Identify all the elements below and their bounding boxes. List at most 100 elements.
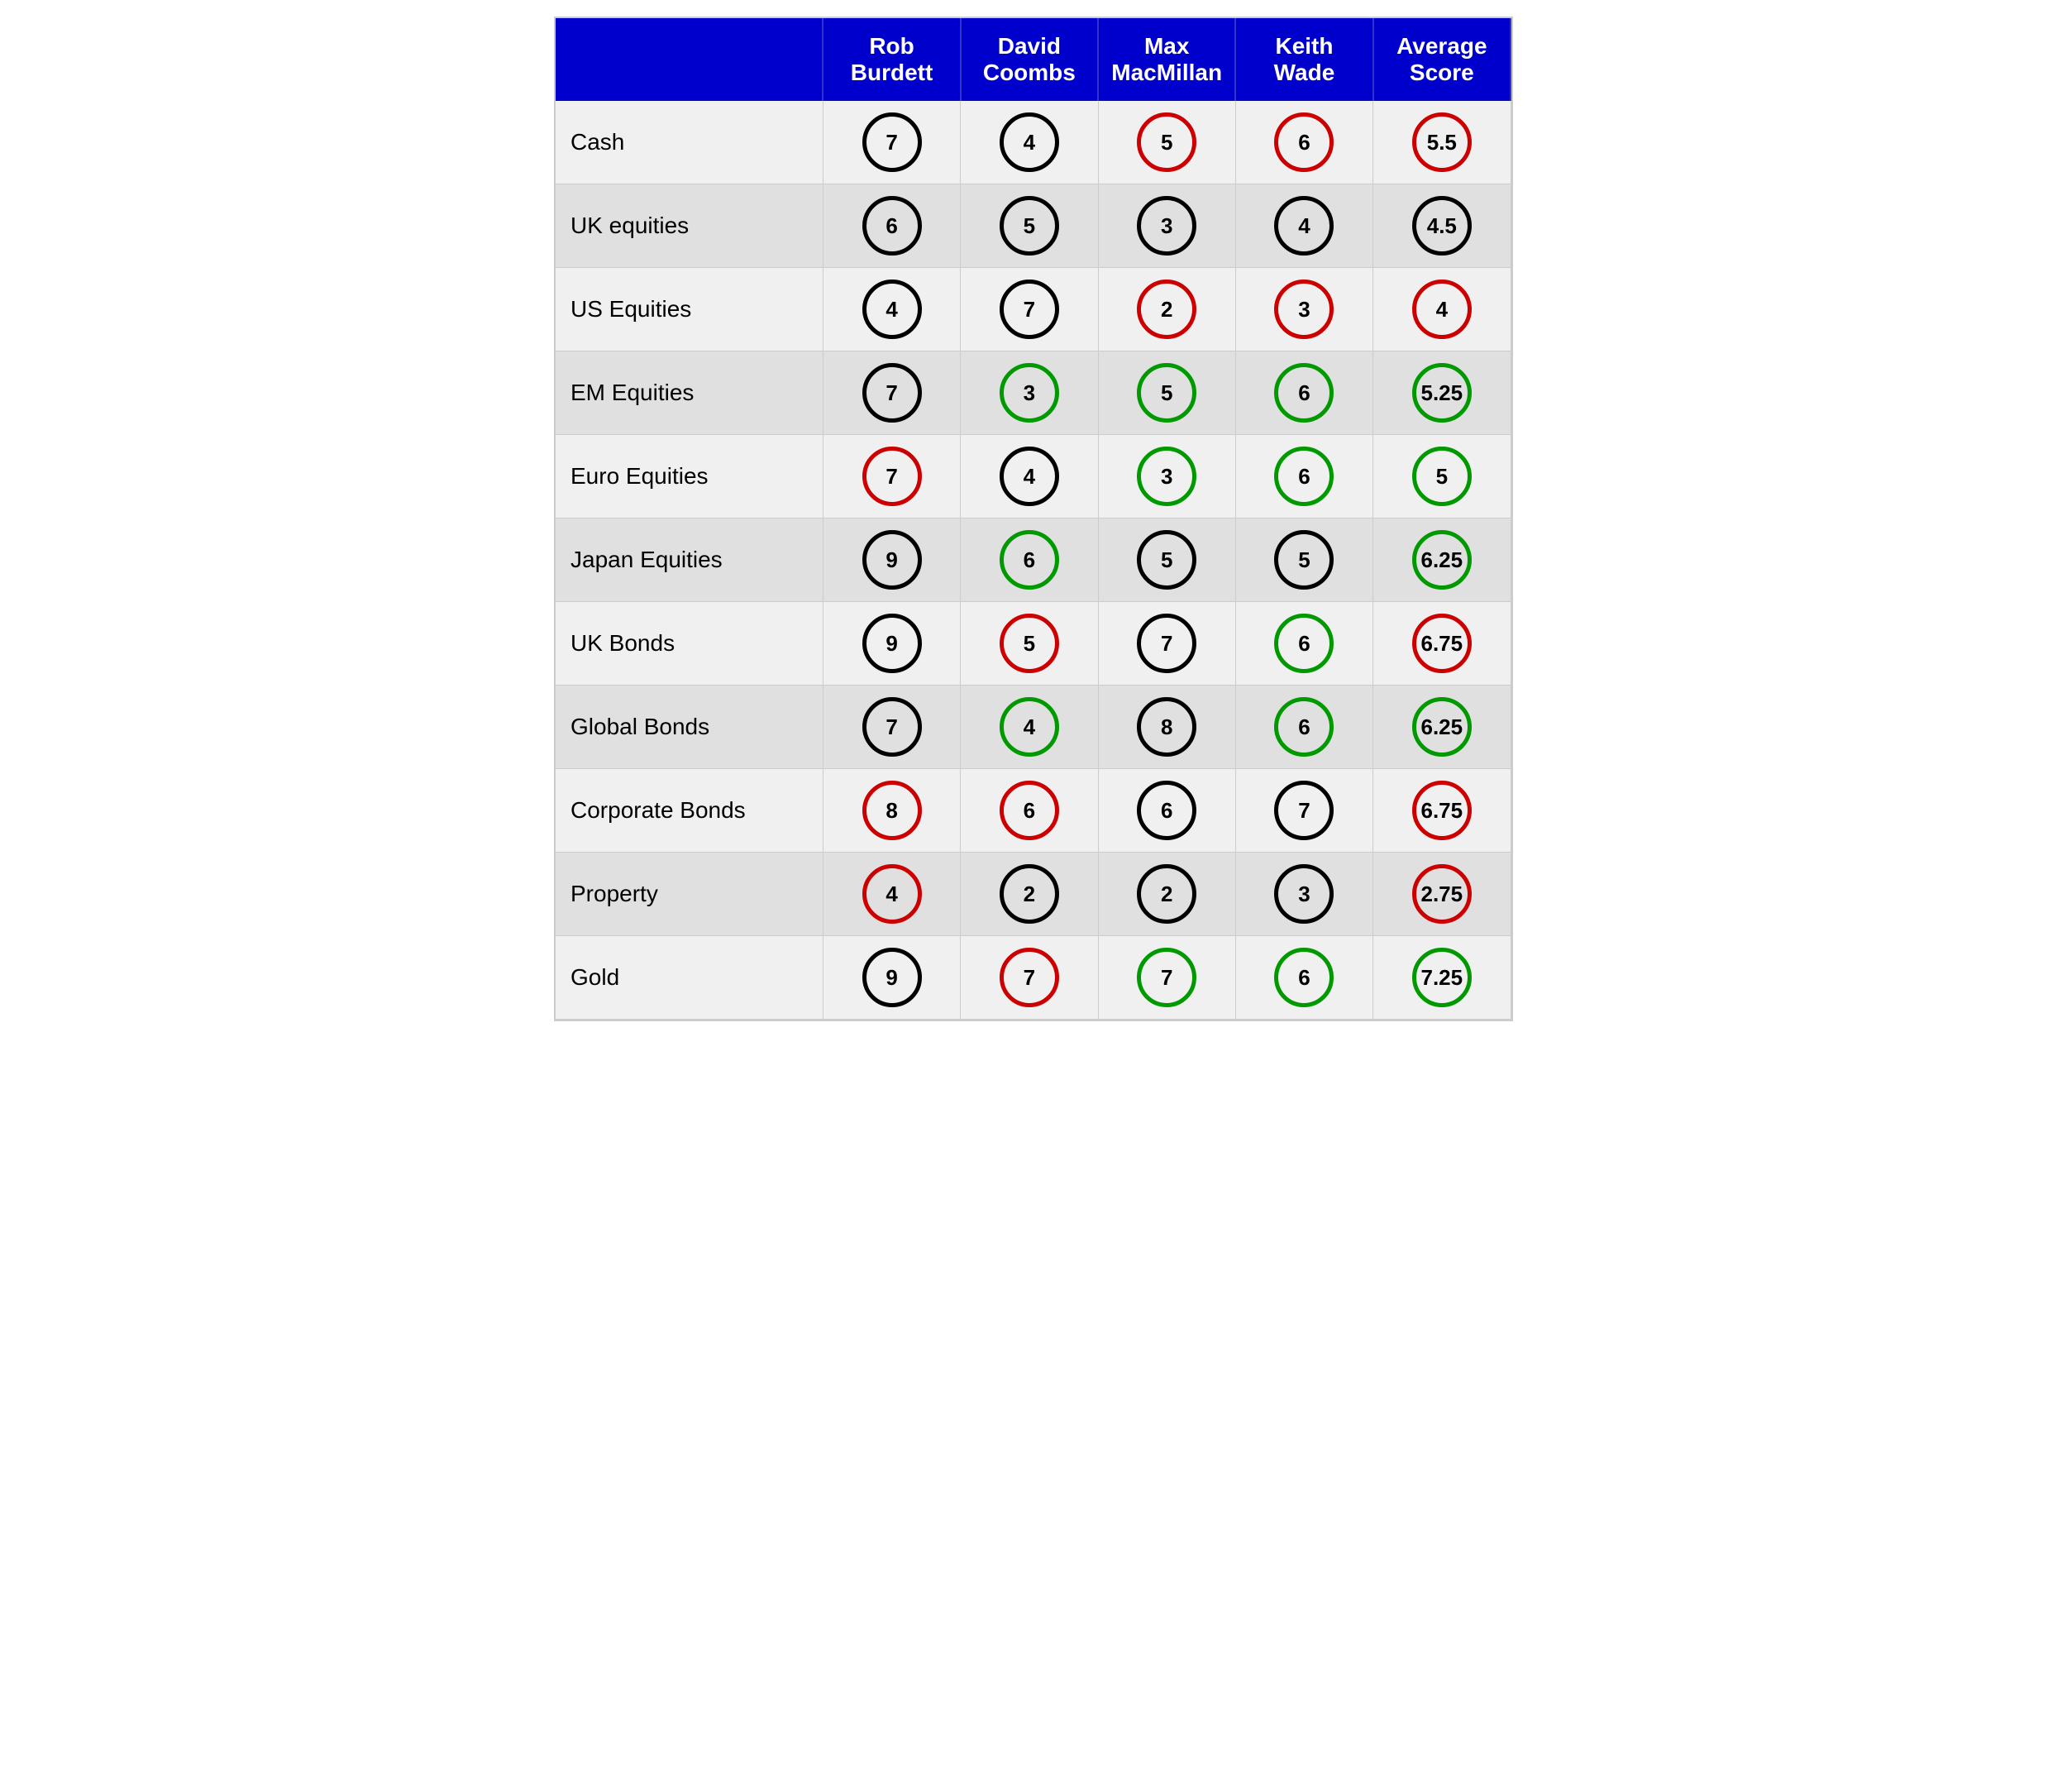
cell-row6-col2: 5	[961, 602, 1098, 686]
cell-row8-col3: 6	[1098, 769, 1235, 853]
table-row: Global Bonds74866.25	[556, 686, 1511, 769]
cell-row2-col2: 7	[961, 268, 1098, 351]
cell-row9-col5: 2.75	[1373, 853, 1511, 936]
score-circle: 6	[1274, 112, 1334, 172]
cell-row8-col4: 7	[1235, 769, 1372, 853]
cell-row1-col4: 4	[1235, 184, 1372, 268]
score-circle: 6	[862, 196, 922, 256]
score-circle: 7	[1000, 948, 1059, 1007]
score-circle: 7	[1137, 614, 1196, 673]
score-circle: 4.5	[1412, 196, 1472, 256]
header-col0	[556, 18, 823, 101]
cell-row3-col5: 5.25	[1373, 351, 1511, 435]
score-circle: 9	[862, 530, 922, 590]
cell-row2-col3: 2	[1098, 268, 1235, 351]
cell-row3-col2: 3	[961, 351, 1098, 435]
score-circle: 2	[1000, 864, 1059, 924]
score-circle: 5.25	[1412, 363, 1472, 423]
cell-row3-col1: 7	[823, 351, 960, 435]
cell-row5-col1: 9	[823, 518, 960, 602]
score-circle: 7	[1137, 948, 1196, 1007]
cell-row3-col4: 6	[1235, 351, 1372, 435]
cell-row4-col5: 5	[1373, 435, 1511, 518]
score-circle: 4	[862, 864, 922, 924]
cell-row4-col2: 4	[961, 435, 1098, 518]
header-average: Average Score	[1373, 18, 1511, 101]
header-max: Max MacMillan	[1098, 18, 1235, 101]
cell-row10-col5: 7.25	[1373, 936, 1511, 1020]
header-keith: Keith Wade	[1235, 18, 1372, 101]
cell-row8-col1: 8	[823, 769, 960, 853]
score-circle: 6	[1274, 697, 1334, 757]
score-circle: 4	[1000, 697, 1059, 757]
cell-row5-col4: 5	[1235, 518, 1372, 602]
table-row: Japan Equities96556.25	[556, 518, 1511, 602]
asset-class-label: US Equities	[556, 268, 823, 351]
score-circle: 6	[1137, 781, 1196, 840]
cell-row5-col2: 6	[961, 518, 1098, 602]
table-row: Cash74565.5	[556, 101, 1511, 184]
table-row: Gold97767.25	[556, 936, 1511, 1020]
score-circle: 6	[1000, 781, 1059, 840]
cell-row8-col2: 6	[961, 769, 1098, 853]
asset-class-label: Property	[556, 853, 823, 936]
cell-row1-col2: 5	[961, 184, 1098, 268]
score-circle: 3	[1137, 196, 1196, 256]
asset-class-label: UK Bonds	[556, 602, 823, 686]
cell-row7-col1: 7	[823, 686, 960, 769]
score-circle: 6.75	[1412, 614, 1472, 673]
cell-row1-col5: 4.5	[1373, 184, 1511, 268]
score-circle: 7	[1000, 280, 1059, 339]
score-circle: 3	[1137, 447, 1196, 506]
score-circle: 6.75	[1412, 781, 1472, 840]
score-circle: 6	[1000, 530, 1059, 590]
score-circle: 6	[1274, 447, 1334, 506]
score-circle: 6	[1274, 614, 1334, 673]
cell-row0-col5: 5.5	[1373, 101, 1511, 184]
cell-row7-col2: 4	[961, 686, 1098, 769]
score-circle: 7	[862, 112, 922, 172]
cell-row7-col5: 6.25	[1373, 686, 1511, 769]
score-circle: 2.75	[1412, 864, 1472, 924]
score-circle: 5	[1137, 530, 1196, 590]
cell-row0-col3: 5	[1098, 101, 1235, 184]
score-circle: 4	[1000, 447, 1059, 506]
cell-row4-col3: 3	[1098, 435, 1235, 518]
table-row: UK equities65344.5	[556, 184, 1511, 268]
score-circle: 5	[1137, 363, 1196, 423]
header-david: David Coombs	[961, 18, 1098, 101]
cell-row0-col1: 7	[823, 101, 960, 184]
score-circle: 5	[1412, 447, 1472, 506]
score-circle: 3	[1000, 363, 1059, 423]
header-rob: Rob Burdett	[823, 18, 960, 101]
asset-class-label: EM Equities	[556, 351, 823, 435]
cell-row3-col3: 5	[1098, 351, 1235, 435]
cell-row6-col3: 7	[1098, 602, 1235, 686]
cell-row5-col5: 6.25	[1373, 518, 1511, 602]
score-circle: 6	[1274, 363, 1334, 423]
score-circle: 4	[1274, 196, 1334, 256]
score-circle: 6.25	[1412, 697, 1472, 757]
score-circle: 7.25	[1412, 948, 1472, 1007]
cell-row1-col3: 3	[1098, 184, 1235, 268]
scores-table: Rob Burdett David Coombs Max MacMillan K…	[554, 17, 1513, 1021]
table-row: Corporate Bonds86676.75	[556, 769, 1511, 853]
cell-row6-col4: 6	[1235, 602, 1372, 686]
cell-row5-col3: 5	[1098, 518, 1235, 602]
cell-row10-col1: 9	[823, 936, 960, 1020]
cell-row10-col4: 6	[1235, 936, 1372, 1020]
cell-row9-col2: 2	[961, 853, 1098, 936]
cell-row2-col1: 4	[823, 268, 960, 351]
score-circle: 5	[1274, 530, 1334, 590]
score-circle: 3	[1274, 280, 1334, 339]
score-circle: 2	[1137, 280, 1196, 339]
table-row: US Equities 4 7 2 3 4	[556, 268, 1511, 351]
asset-class-label: Cash	[556, 101, 823, 184]
cell-row2-col5: 4	[1373, 268, 1511, 351]
score-circle: 4	[862, 280, 922, 339]
cell-row9-col4: 3	[1235, 853, 1372, 936]
score-circle: 4	[1412, 280, 1472, 339]
score-circle: 9	[862, 948, 922, 1007]
asset-class-label: Gold	[556, 936, 823, 1020]
score-circle: 5.5	[1412, 112, 1472, 172]
